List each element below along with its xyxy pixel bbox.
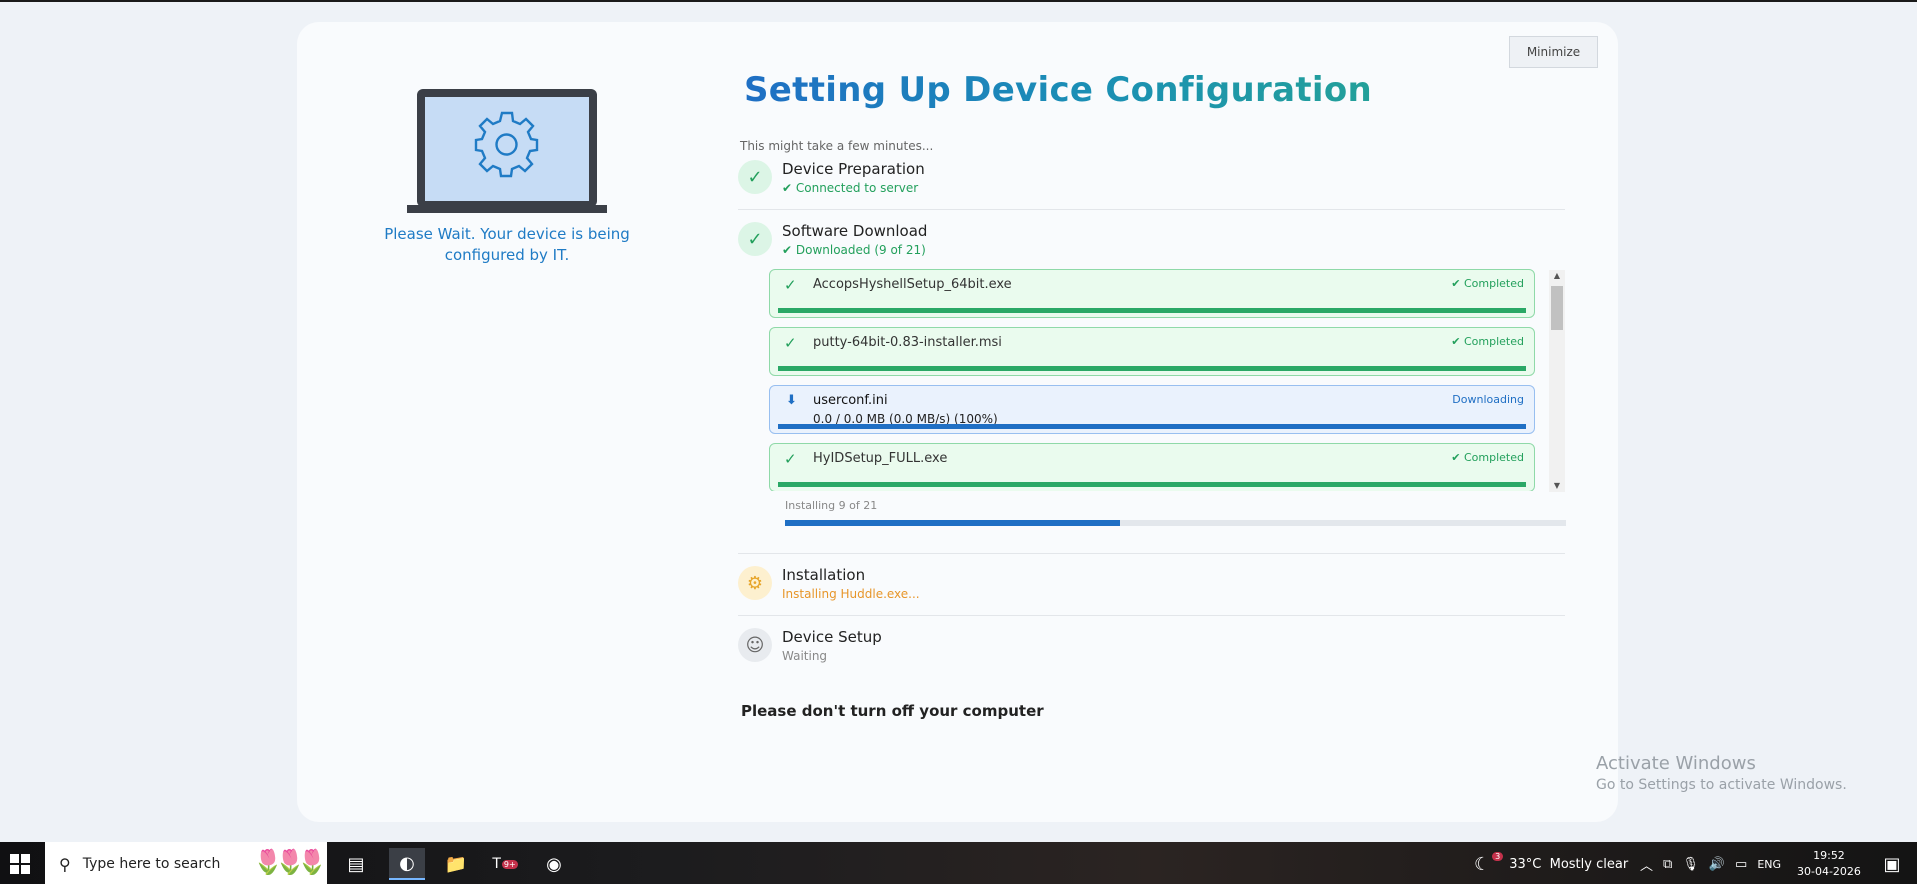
clock[interactable]: 19:52 30-04-2026 [1797, 848, 1861, 880]
check-icon: ✓ [784, 276, 797, 294]
weather-icon: ☾ [1474, 853, 1491, 875]
file-explorer-icon[interactable]: 📁 [438, 848, 474, 880]
download-list-scrollbar[interactable]: ▲ ▼ [1549, 270, 1565, 492]
teams-badge: 9+ [501, 859, 518, 869]
minimize-button[interactable]: Minimize [1509, 36, 1598, 68]
file-name: HyIDSetup_FULL.exe [813, 451, 948, 466]
overall-progress-fill [785, 520, 1120, 526]
wait-message: Please Wait. Your device is being config… [384, 225, 630, 264]
watermark-subtitle: Go to Settings to activate Windows. [1596, 777, 1847, 793]
check-icon: ✓ [784, 450, 797, 468]
file-progress-bar [778, 482, 1526, 487]
file-name: AccopsHyshellSetup_64bit.exe [813, 277, 1012, 292]
language-indicator[interactable]: ENG [1757, 858, 1781, 871]
task-view-icon[interactable]: ▤ [338, 848, 374, 880]
file-progress-bar [778, 308, 1526, 313]
step-title: Installation [782, 566, 866, 584]
network-icon[interactable]: ▭ [1735, 857, 1747, 872]
download-state: ✔ Completed [1451, 335, 1524, 348]
search-icon: ⚲ [59, 854, 71, 874]
file-name: userconf.ini [813, 393, 888, 408]
file-progress-bar [778, 424, 1526, 429]
taskbar-search-box[interactable]: ⚲ Type here to search 🌷🌷🌷 [45, 842, 327, 884]
overall-progress-bar [785, 520, 1566, 526]
step-status: ✔ Downloaded (9 of 21) [782, 243, 926, 257]
step-status: ✔ Connected to server [782, 181, 919, 195]
volume-icon[interactable]: 🔊 [1709, 857, 1725, 872]
check-icon: ✓ [784, 334, 797, 352]
divider [738, 209, 1565, 210]
download-state: Downloading [1452, 393, 1524, 406]
file-name: putty-64bit-0.83-installer.msi [813, 335, 1002, 350]
meet-now-icon[interactable]: ⧉ [1663, 857, 1672, 872]
divider [738, 615, 1565, 616]
step-status: Waiting [782, 649, 828, 663]
file-progress-fill [778, 424, 1526, 429]
file-progress-bar [778, 366, 1526, 371]
power-warning: Please don't turn off your computer [741, 702, 1044, 720]
system-tray: ︿ ⧉ 🎙 🔊 ▭ ENG [1640, 842, 1781, 884]
page-title: Setting Up Device Configuration [744, 70, 1373, 110]
step-title: Software Download [782, 222, 928, 240]
weather-text: 33°C Mostly clear [1509, 856, 1629, 872]
time: 19:52 [1813, 849, 1845, 862]
download-list[interactable]: ✓ AccopsHyshellSetup_64bit.exe ✔ Complet… [769, 269, 1539, 491]
weather-badge: 3 [1492, 851, 1504, 861]
laptop-gear-icon [407, 89, 607, 213]
divider [738, 553, 1565, 554]
chevron-up-icon[interactable]: ︿ [1640, 855, 1653, 874]
download-item: ✓ HyIDSetup_FULL.exe ✔ Completed [769, 443, 1535, 491]
install-count: Installing 9 of 21 [785, 499, 878, 512]
tulips-icon: 🌷🌷🌷 [253, 848, 327, 876]
download-state: ✔ Completed [1451, 277, 1524, 290]
step-title: Device Preparation [782, 160, 925, 178]
windows-start-icon[interactable] [10, 854, 30, 874]
chrome-icon[interactable]: ◉ [536, 848, 572, 880]
search-placeholder: Type here to search [82, 856, 221, 872]
activate-windows-watermark: Activate Windows Go to Settings to activ… [1596, 753, 1847, 793]
taskbar: ⚲ Type here to search 🌷🌷🌷 ▤ ◐ 📁 T 9+ ◉ ☾ … [0, 842, 1917, 884]
file-progress-fill [778, 308, 1526, 313]
date: 30-04-2026 [1797, 865, 1861, 878]
download-item: ⬇ userconf.ini 0.0 / 0.0 MB (0.0 MB/s) (… [769, 385, 1535, 434]
setup-window: Minimize Please Wait. Your device is bei… [297, 22, 1618, 822]
gear-icon: ⚙ [738, 566, 772, 600]
microphone-icon[interactable]: 🎙 [1682, 857, 1699, 872]
weather-widget[interactable]: ☾ 3 33°C Mostly clear [1474, 842, 1628, 884]
download-item: ✓ AccopsHyshellSetup_64bit.exe ✔ Complet… [769, 269, 1535, 318]
check-icon: ✓ [738, 160, 772, 194]
step-status: Installing Huddle.exe... [782, 587, 920, 601]
watermark-title: Activate Windows [1596, 753, 1756, 774]
notifications-icon[interactable]: ▣ [1874, 848, 1910, 880]
teams-icon[interactable]: T 9+ [487, 848, 523, 880]
download-item: ✓ putty-64bit-0.83-installer.msi ✔ Compl… [769, 327, 1535, 376]
step-title: Device Setup [782, 628, 882, 646]
check-icon: ✓ [738, 222, 772, 256]
file-progress-fill [778, 366, 1526, 371]
download-state: ✔ Completed [1451, 451, 1524, 464]
smiley-icon: ☺ [738, 628, 772, 662]
edge-browser-icon[interactable]: ◐ [389, 848, 425, 880]
scroll-down-icon[interactable]: ▼ [1549, 480, 1565, 492]
page-subtitle: This might take a few minutes... [740, 139, 934, 153]
file-progress-fill [778, 482, 1526, 487]
download-arrow-icon: ⬇ [786, 393, 797, 408]
scroll-thumb[interactable] [1551, 286, 1563, 330]
scroll-up-icon[interactable]: ▲ [1549, 270, 1565, 282]
